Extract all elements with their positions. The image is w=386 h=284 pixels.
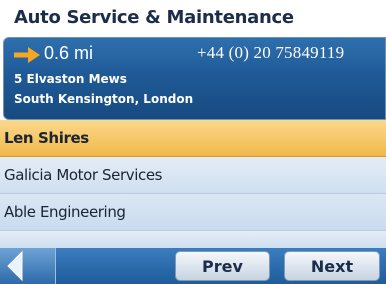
selected-poi-info-panel: 0.6 mi +44 (0) 20 75849119 5 Elvaston Me… — [3, 37, 386, 120]
prev-button[interactable]: Prev — [175, 251, 270, 281]
back-arrow-icon[interactable] — [0, 248, 56, 284]
list-item[interactable]: Galicia Motor Services — [0, 157, 386, 194]
arrow-right-icon — [14, 47, 40, 63]
list-item-label: Galicia Motor Services — [4, 166, 163, 184]
list-item[interactable]: Able Engineering — [0, 194, 386, 231]
distance-value: 0.6 mi — [44, 43, 94, 63]
address-line-2: South Kensington, London — [14, 92, 194, 106]
prev-button-label: Prev — [202, 257, 243, 276]
screen-title-bar: Auto Service & Maintenance — [0, 0, 386, 37]
list-item-label: Len Shires — [4, 129, 89, 147]
list-item-partial — [0, 231, 386, 248]
address-line-1: 5 Elvaston Mews — [14, 72, 127, 86]
list-item[interactable]: Len Shires — [0, 120, 386, 157]
phone-number[interactable]: +44 (0) 20 75849119 — [197, 43, 344, 63]
screen-title: Auto Service & Maintenance — [14, 7, 294, 28]
list-item-label: Able Engineering — [4, 203, 126, 221]
next-button-label: Next — [310, 257, 354, 276]
bottom-toolbar: Prev Next — [0, 248, 386, 284]
next-button[interactable]: Next — [284, 251, 380, 281]
